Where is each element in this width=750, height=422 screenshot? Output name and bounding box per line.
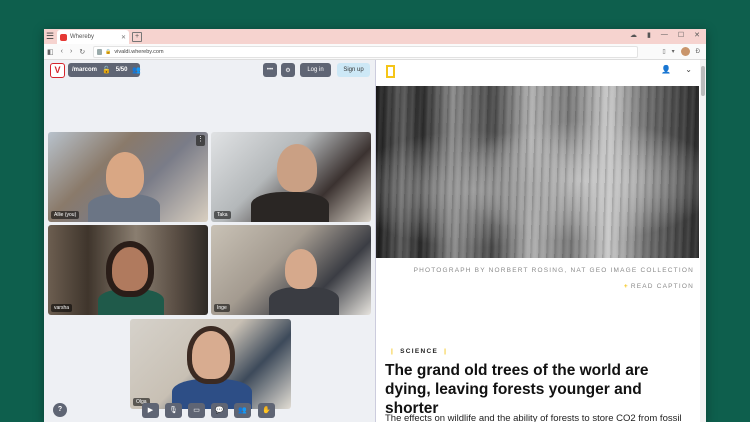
lock-icon: 🔒 [105, 48, 112, 55]
article-header-icons: 👤 ⌄ [661, 65, 692, 74]
tile-menu-icon[interactable]: ⋮ [196, 135, 205, 146]
photo-credit: PHOTOGRAPH BY NORBERT ROSING, NAT GEO IM… [413, 267, 694, 274]
vivaldi-logo-icon[interactable]: V [50, 63, 65, 78]
participant-face [192, 331, 230, 379]
whereby-top-bar: V /marcom 🔓 5/50 👥 ••• ⚙ Log in Sign up [44, 60, 375, 80]
profile-avatar[interactable] [680, 47, 690, 56]
section-label[interactable]: | SCIENCE | [385, 348, 453, 355]
section-name: SCIENCE [400, 348, 439, 355]
url-field[interactable]: 🔒 vivaldi.whereby.com [93, 45, 639, 58]
browser-window: ☰ Whereby ✕ + ☁ ▮ — ☐ ✕ ◧ ‹ › ↻ 🔒 vivald… [44, 29, 706, 422]
scrollbar-thumb[interactable] [701, 66, 705, 96]
menu-icon[interactable]: ☰ [44, 29, 56, 44]
room-lock-icon: 🔓 [102, 67, 111, 74]
video-tile-allie[interactable]: ⋮ Allie (you) [48, 132, 208, 222]
video-tile-olga[interactable]: Olga [130, 319, 291, 409]
close-window-icon[interactable]: ✕ [694, 31, 700, 39]
close-tab-icon[interactable]: ✕ [121, 34, 126, 41]
video-tile-varsha[interactable]: varsha [48, 225, 208, 315]
participant-count: 5/50 [115, 67, 128, 73]
plus-icon: + [623, 283, 629, 290]
article-headline: The grand old trees of the world are dyi… [385, 362, 649, 417]
nav-buttons: ◧ ‹ › ↻ [47, 48, 85, 56]
tab-bar: ☰ Whereby ✕ + ☁ ▮ — ☐ ✕ [44, 29, 706, 44]
participant-face [277, 144, 317, 192]
video-tile-taka[interactable]: Taka [211, 132, 371, 222]
more-icon[interactable]: ••• [263, 63, 277, 77]
tab-whereby[interactable]: Whereby ✕ [57, 30, 129, 44]
participant-name: varsha [51, 304, 73, 312]
user-icon[interactable]: 👤 [661, 65, 671, 74]
maximize-icon[interactable]: ☐ [678, 31, 684, 39]
reaction-icon[interactable]: ✋ [258, 403, 275, 418]
minimize-icon[interactable]: — [661, 31, 668, 39]
article-photo [376, 86, 699, 258]
settings-icon[interactable]: ⚙ [281, 63, 295, 77]
participant-name: Allie (you) [51, 211, 80, 219]
cloud-icon[interactable]: ☁ [630, 31, 637, 39]
call-controls: ? ▶ 🎙 ▭ 💬 👥 ✋ [44, 400, 375, 422]
address-bar: ◧ ‹ › ↻ 🔒 vivaldi.whereby.com ▯ ▾ Ð [44, 44, 706, 60]
kicker-bar: | [391, 348, 395, 355]
room-info[interactable]: /marcom 🔓 5/50 👥 [68, 63, 142, 77]
participant-face [285, 249, 317, 289]
window-controls: ☁ ▮ — ☐ ✕ [630, 31, 700, 39]
shield-icon[interactable] [97, 48, 103, 55]
login-button[interactable]: Log in [300, 63, 331, 77]
people-icon: 👥 [132, 67, 142, 74]
read-caption-link[interactable]: + READ CAPTION [624, 283, 694, 290]
read-caption-label: READ CAPTION [630, 283, 694, 290]
tab-title: Whereby [70, 34, 95, 40]
participant-body [98, 289, 164, 315]
bookmark-icon[interactable]: ▯ [662, 48, 665, 55]
participant-face [106, 152, 144, 198]
help-button[interactable]: ? [53, 403, 67, 417]
panel-toggle-icon[interactable]: ◧ [47, 48, 54, 56]
video-tile-inge[interactable]: Inge [211, 225, 371, 315]
natgeo-logo-icon[interactable] [386, 65, 395, 78]
url-text: vivaldi.whereby.com [114, 48, 164, 55]
participant-face [112, 247, 148, 291]
extensions-icon[interactable]: Ð [696, 49, 700, 55]
forward-icon[interactable]: › [70, 48, 72, 56]
photo-texture [376, 86, 699, 258]
reload-icon[interactable]: ↻ [79, 48, 85, 56]
chat-icon[interactable]: 💬 [211, 403, 228, 418]
participants-icon[interactable]: 👥 [234, 403, 251, 418]
dropdown-icon[interactable]: ▾ [672, 48, 675, 55]
participant-body [251, 192, 329, 222]
kicker-bar: | [444, 348, 448, 355]
participant-body [88, 194, 160, 222]
trash-icon[interactable]: ▮ [647, 31, 651, 39]
microphone-icon[interactable]: 🎙 [165, 403, 182, 418]
chevron-down-icon[interactable]: ⌄ [685, 65, 692, 74]
screen-share-icon[interactable]: ▭ [188, 403, 205, 418]
whereby-panel: V /marcom 🔓 5/50 👥 ••• ⚙ Log in Sign up … [44, 60, 376, 422]
participant-name: Inge [214, 304, 230, 312]
article-scrollbar[interactable] [700, 60, 706, 422]
address-bar-right: ▯ ▾ Ð [662, 47, 700, 56]
article-dek: The effects on wildlife and the ability … [385, 413, 682, 422]
new-tab-icon[interactable]: + [132, 32, 142, 42]
participant-body [269, 287, 339, 315]
camera-icon[interactable]: ▶ [142, 403, 159, 418]
room-name: /marcom [72, 67, 98, 73]
article-pane: 👤 ⌄ PHOTOGRAPH BY NORBERT ROSING, NAT GE… [376, 60, 706, 422]
participant-name: Taka [214, 211, 231, 219]
vivaldi-icon [60, 33, 67, 41]
back-icon[interactable]: ‹ [61, 48, 63, 56]
signup-button[interactable]: Sign up [337, 63, 370, 77]
